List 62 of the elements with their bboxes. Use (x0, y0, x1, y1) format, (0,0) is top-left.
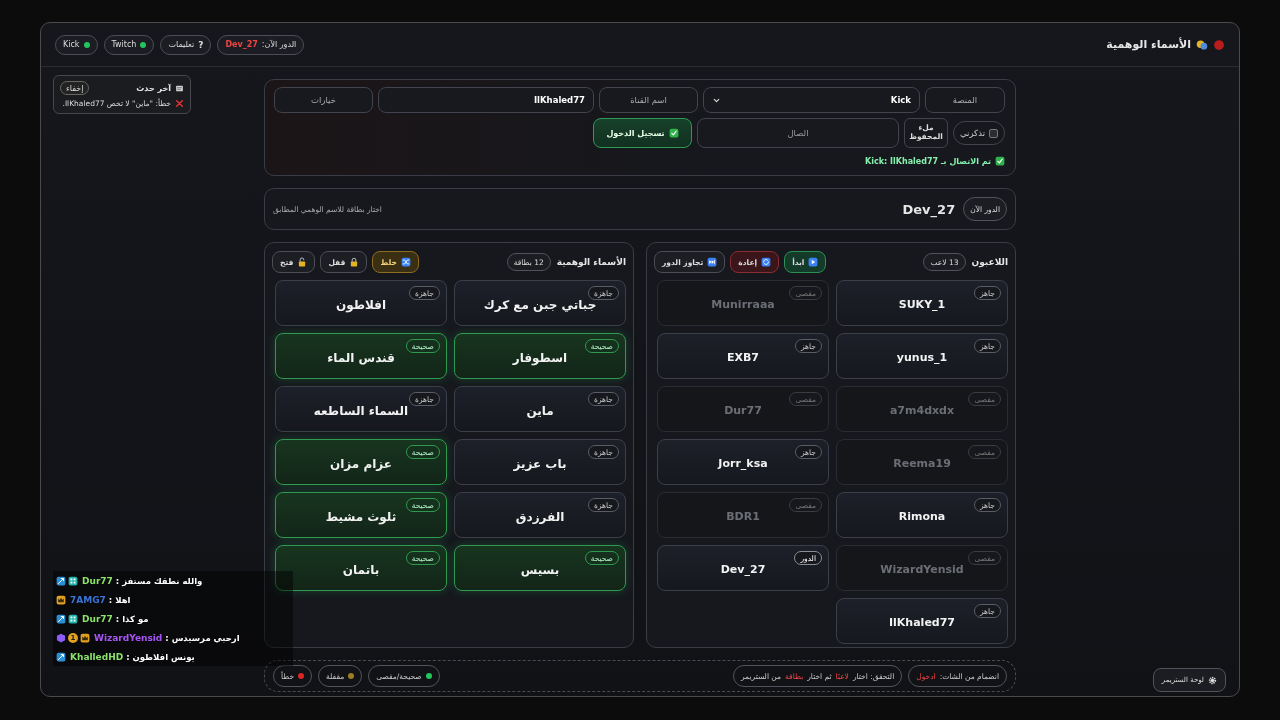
options-button[interactable]: خيارات (274, 87, 373, 113)
skip-icon (707, 257, 718, 267)
shuffle-icon (400, 257, 411, 267)
fake-name: بسيس (520, 562, 560, 577)
panel-title: الأسماء الوهمية (556, 257, 626, 267)
platform-label: المنصة (925, 87, 1005, 113)
fake-name: افلاطون (335, 297, 387, 312)
record-icon (1213, 38, 1225, 51)
login-button[interactable]: تسجيل الدخول (593, 118, 692, 148)
gem-icon (56, 632, 66, 643)
player-name: SUKY_1 (898, 298, 946, 311)
fake-name: الفرزدق (515, 509, 565, 524)
toast-title: آخر حدث (136, 83, 171, 93)
crown-icon (56, 594, 66, 605)
fake-name: باب عزيز (513, 456, 567, 471)
fake-name: ثلوث مشيط (325, 509, 397, 524)
refresh-icon (761, 257, 772, 267)
settings-icon (1208, 675, 1217, 685)
sword-icon (56, 575, 66, 586)
platform-select[interactable]: Kick (703, 87, 920, 113)
channel-label: اسم القناة (599, 87, 698, 113)
fake-name: اسطوفار (512, 350, 568, 365)
connection-status: تم الاتصال بـ Kick: IlKhaled77 (865, 156, 991, 166)
player-name: WizardYensid (880, 563, 964, 576)
channel-field[interactable]: IlKhaled77 (378, 87, 594, 113)
sword-icon (56, 613, 66, 624)
check-icon (668, 128, 679, 138)
player-name: EXB7 (727, 351, 760, 364)
lock-icon (349, 257, 360, 267)
check-icon (995, 156, 1005, 166)
sword-icon (56, 651, 66, 662)
grid-icon (68, 575, 78, 586)
platform-toggle[interactable]: Twitch (103, 34, 155, 55)
help-button[interactable]: ? تعليمات (160, 34, 212, 55)
player-name: Dur77 (724, 404, 762, 417)
crown-icon (80, 632, 90, 643)
grid-icon (68, 613, 78, 624)
fake-name: عزام مزان (330, 456, 392, 471)
player-name: BDR1 (726, 510, 760, 523)
player-name: Jorr_ksa (718, 457, 768, 470)
note-icon (175, 83, 184, 93)
app-title: الأسماء الوهمية (1106, 38, 1191, 51)
fake-name: قندس الماء (327, 350, 395, 365)
play-icon (808, 257, 819, 267)
panel-title: اللاعبون (971, 257, 1008, 267)
hide-button[interactable]: إخفاء (60, 81, 90, 95)
unlock-icon (297, 257, 308, 267)
player-name: Rimona (898, 510, 946, 523)
fake-name: السماء الساطعه (313, 403, 409, 418)
player-name: Dev_27 (720, 563, 766, 576)
player-name: a7m4dxdx (889, 404, 955, 417)
token-field[interactable]: الصال (697, 118, 899, 148)
turn-player: Dev_27 (902, 201, 956, 217)
player-name: Reema19 (893, 457, 951, 470)
fake-name: باتمان (342, 562, 380, 577)
fake-name: جباتي جبن مع كرك (483, 297, 597, 312)
close-icon (175, 99, 184, 108)
platform-toggle[interactable]: Kick (55, 34, 98, 55)
player-name: Munirraaa (711, 298, 775, 311)
fake-name: ماين (526, 403, 554, 418)
player-name: yunus_1 (896, 351, 948, 364)
player-name: IlKhaled77 (888, 616, 956, 629)
